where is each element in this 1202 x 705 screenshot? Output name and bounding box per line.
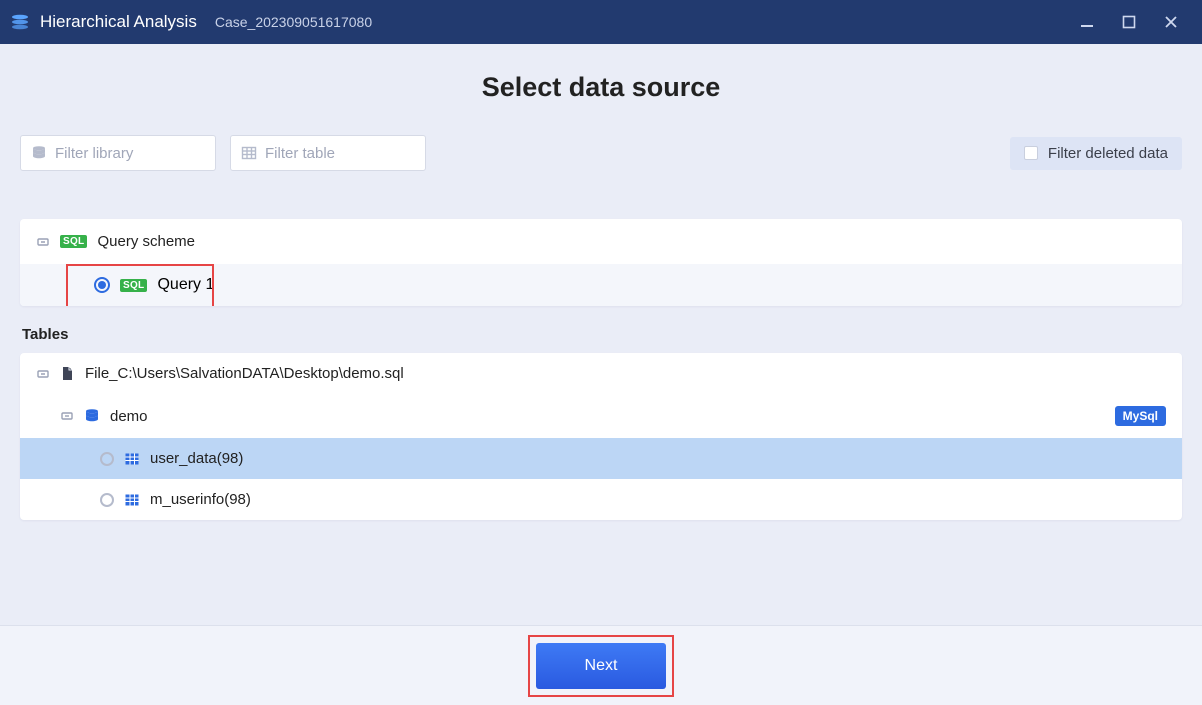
table-icon [124,451,140,467]
database-icon [31,145,47,161]
highlight-outline: Next [528,635,674,697]
collapse-icon [36,235,50,249]
radio-icon[interactable] [100,452,114,466]
filter-library-input[interactable] [55,145,254,162]
app-title: Hierarchical Analysis [40,12,197,32]
file-label: File_C:\Users\SalvationDATA\Desktop\demo… [85,365,404,382]
filter-deleted-label: Filter deleted data [1048,145,1168,162]
database-icon [84,408,100,424]
db-type-badge: MySql [1115,406,1166,426]
database-label: demo [110,408,148,425]
collapse-icon [60,409,74,423]
page-title: Select data source [20,72,1182,103]
query-item-row[interactable]: SQL Query 1 [20,264,1182,306]
minimize-button[interactable] [1066,0,1108,44]
next-button[interactable]: Next [536,643,666,689]
tables-section-label: Tables [22,326,1182,343]
sql-badge-icon: SQL [120,279,147,292]
radio-icon[interactable] [100,493,114,507]
file-row[interactable]: File_C:\Users\SalvationDATA\Desktop\demo… [20,353,1182,394]
filter-table-input[interactable] [265,145,464,162]
file-icon [60,366,75,381]
filters-row: Filter deleted data [20,135,1182,171]
query-scheme-panel: SQL Query scheme SQL Query 1 [20,219,1182,306]
query-item-label: Query 1 [157,276,214,294]
table-row[interactable]: m_userinfo(98) [20,479,1182,520]
maximize-button[interactable] [1108,0,1150,44]
filter-table-wrap [230,135,426,171]
filter-deleted-checkbox[interactable]: Filter deleted data [1010,137,1182,170]
titlebar: Hierarchical Analysis Case_2023090516170… [0,0,1202,44]
filter-library-wrap [20,135,216,171]
query-scheme-label: Query scheme [97,233,195,250]
collapse-icon [36,367,50,381]
query-scheme-header[interactable]: SQL Query scheme [20,219,1182,264]
radio-selected-icon [94,277,110,293]
close-button[interactable] [1150,0,1192,44]
main-area: Select data source Filter deleted data S… [0,44,1202,625]
table-icon [241,145,257,161]
database-row[interactable]: demo MySql [20,394,1182,438]
sql-badge-icon: SQL [60,235,87,248]
table-label: user_data(98) [150,450,243,467]
tables-panel: File_C:\Users\SalvationDATA\Desktop\demo… [20,353,1182,520]
footer: Next [0,625,1202,705]
checkbox-icon [1024,146,1038,160]
table-row[interactable]: user_data(98) [20,438,1182,479]
case-name: Case_202309051617080 [215,14,372,30]
table-icon [124,492,140,508]
table-label: m_userinfo(98) [150,491,251,508]
app-icon [10,12,30,32]
